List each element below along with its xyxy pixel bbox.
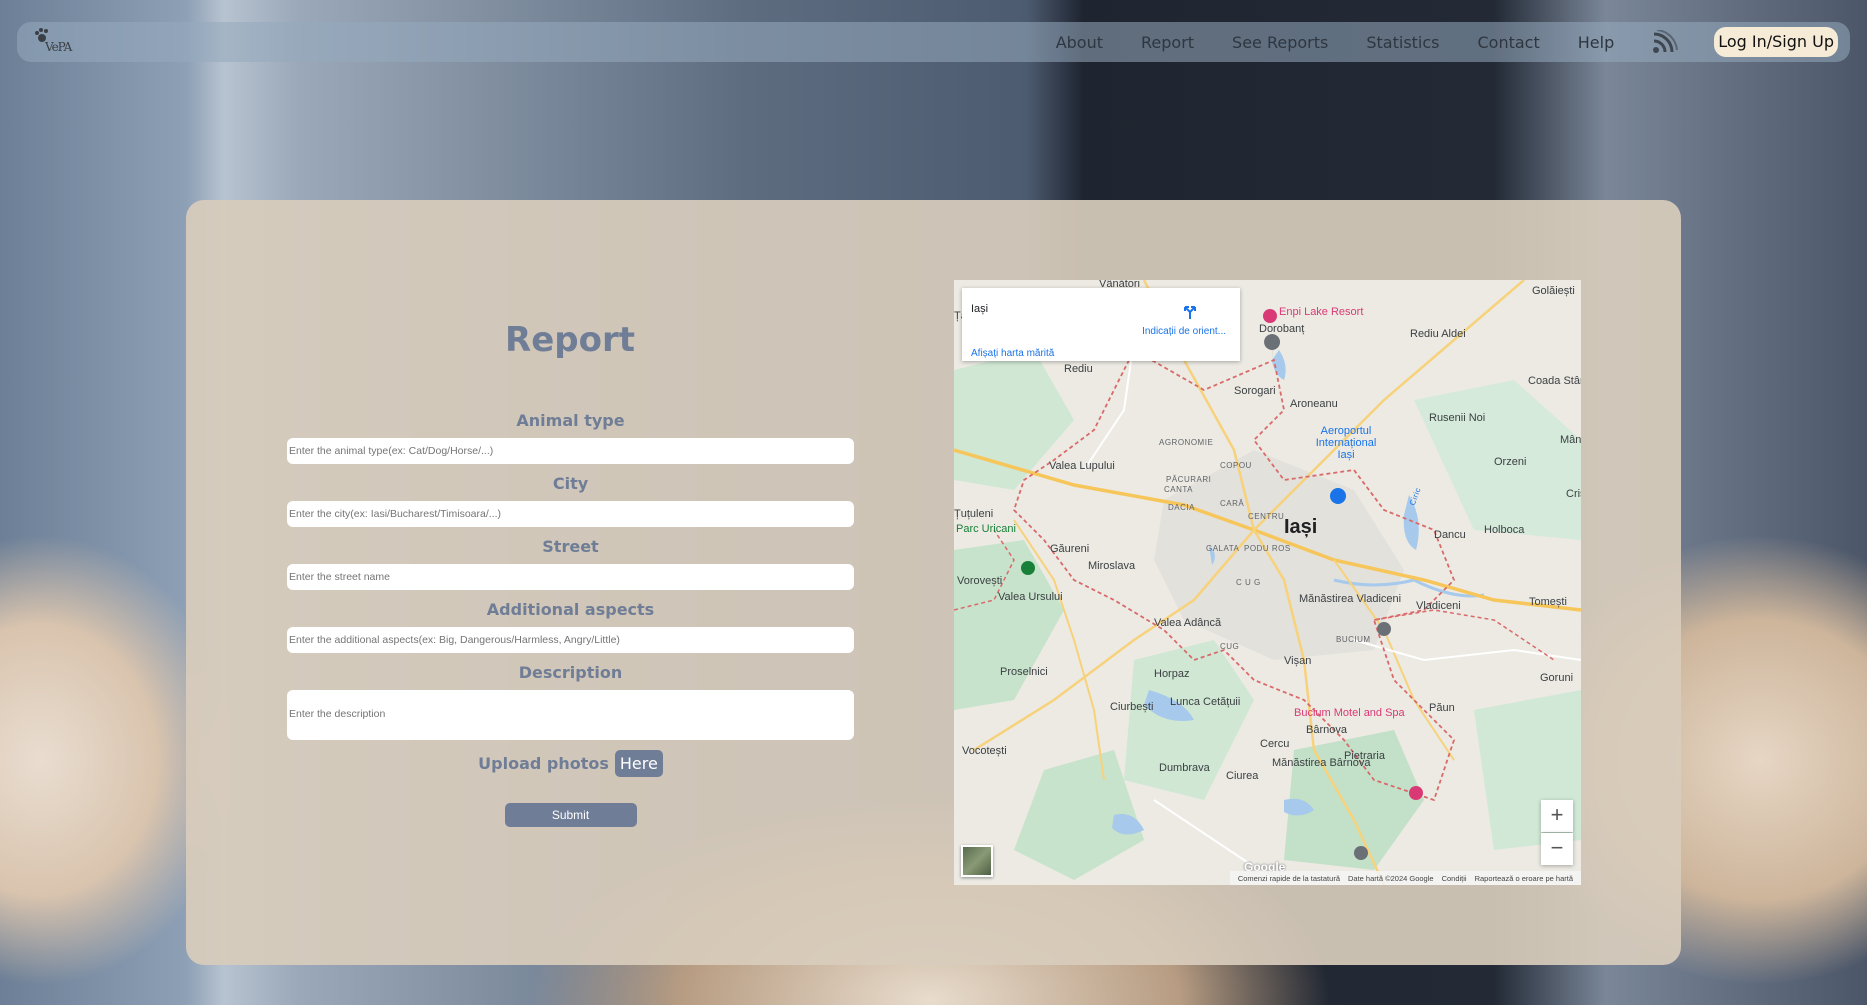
additional-aspects-label: Additional aspects: [486, 600, 655, 619]
map-label: Sorogari: [1234, 385, 1276, 397]
map-label: Mânz: [1560, 434, 1581, 446]
map-district-label: COPOU: [1220, 461, 1252, 470]
map-label: Golăiești: [1532, 285, 1575, 297]
map-label: Vorovești: [957, 575, 1003, 587]
map-label: Aroneanu: [1290, 398, 1338, 410]
upload-row: Upload photos Here: [287, 750, 854, 777]
map-label: Păun: [1429, 702, 1455, 714]
street-label: Street: [542, 537, 599, 556]
nav-help[interactable]: Help: [1578, 33, 1614, 52]
map-label: Valea Lupului: [1049, 460, 1115, 472]
map-district-label: PODU ROS: [1244, 544, 1291, 553]
map-label: Coada Stânc: [1528, 375, 1581, 387]
street-input[interactable]: [287, 564, 854, 590]
directions-icon[interactable]: [1182, 304, 1198, 325]
map-label: Dancu: [1434, 529, 1466, 541]
nav-statistics[interactable]: Statistics: [1366, 33, 1439, 52]
map-city-label: Iași: [1284, 516, 1318, 538]
map-label: Orzeni: [1494, 456, 1527, 468]
description-input[interactable]: [287, 690, 854, 740]
map-district-label: AGRONOMIE: [1159, 438, 1214, 447]
directions-link[interactable]: Indicații de orient...: [1142, 326, 1226, 337]
login-signup-button[interactable]: Log In/Sign Up: [1714, 27, 1838, 57]
map-label: Holboca: [1484, 524, 1525, 536]
additional-aspects-input[interactable]: [287, 627, 854, 653]
report-card: Report Animal type City Street Additiona…: [186, 200, 1681, 965]
map-poi-label: Enpi Lake Resort: [1279, 306, 1364, 318]
map-label: Vladiceni: [1416, 600, 1461, 612]
view-larger-map-link[interactable]: Afișați harta mărită: [971, 348, 1054, 359]
map-label: Valea Adâncă: [1154, 617, 1222, 629]
zoom-in-button[interactable]: +: [1541, 800, 1573, 832]
map-label: Mănăstirea Vladiceni: [1299, 593, 1402, 605]
rss-icon[interactable]: [1652, 30, 1679, 54]
top-navbar: VePA About Report See Reports Statistics…: [17, 22, 1850, 62]
map-label: Rediu: [1064, 363, 1093, 375]
nav-contact[interactable]: Contact: [1478, 33, 1540, 52]
map-label: Țuțuleni: [954, 508, 994, 520]
map-data-text: Date hartă ©2024 Google: [1347, 873, 1434, 883]
map-info-box: Iași Indicații de orient... Afișați hart…: [962, 288, 1240, 361]
map-label: Vișan: [1284, 655, 1312, 667]
page-title: Report: [505, 320, 635, 360]
map-label: Găureni: [1050, 543, 1090, 555]
satellite-toggle[interactable]: [961, 845, 993, 877]
animal-type-label: Animal type: [516, 411, 625, 430]
map-label: Vocotești: [962, 745, 1007, 757]
keyboard-shortcuts-link[interactable]: Comenzi rapide de la tastatură: [1238, 874, 1340, 883]
map-district-label: CANTA: [1164, 485, 1194, 494]
map-canvas[interactable]: [954, 280, 1581, 885]
map-label: Ciurbești: [1110, 701, 1154, 713]
map-label: Dumbrava: [1159, 762, 1210, 774]
map-label: Rusenii Noi: [1429, 412, 1486, 424]
upload-photos-label: Upload photos: [478, 754, 609, 773]
map-label: Rediu Aldei: [1410, 328, 1466, 340]
animal-type-input[interactable]: [287, 438, 854, 464]
submit-button[interactable]: Submit: [504, 803, 637, 827]
map-label: Proselnici: [1000, 666, 1048, 678]
nav-about[interactable]: About: [1056, 33, 1103, 52]
map-district-label: GALATA: [1206, 544, 1240, 553]
city-label: City: [552, 474, 589, 493]
report-form: Animal type City Street Additional aspec…: [287, 410, 854, 827]
map-district-label: CARĂ: [1220, 499, 1245, 508]
map-label: Bârnova: [1306, 724, 1347, 736]
map-district-label: PĂCURARI: [1166, 475, 1212, 484]
map-info-title: Iași: [971, 303, 989, 315]
map-label: Tomești: [1529, 596, 1567, 608]
nav-see-reports[interactable]: See Reports: [1232, 33, 1328, 52]
map-label: Horpaz: [1154, 668, 1190, 680]
nav-report[interactable]: Report: [1141, 33, 1194, 52]
city-input[interactable]: [287, 501, 854, 527]
map-label: Goruni: [1540, 672, 1574, 684]
map-label: Cris: [1566, 488, 1581, 500]
google-map[interactable]: Vânători Enpi Lake Resort Golăiești Doro…: [954, 280, 1581, 885]
map-district-label: DACIA: [1168, 503, 1195, 512]
site-logo[interactable]: VePA: [31, 26, 77, 58]
map-label: Lunca Cetățuii: [1170, 696, 1241, 708]
map-label: Cercu: [1260, 738, 1290, 750]
map-label: Mănăstirea Bârnova: [1272, 757, 1371, 769]
map-label: Ciurea: [1226, 770, 1259, 782]
upload-photos-button[interactable]: Here: [614, 750, 663, 777]
nav-links: About Report See Reports Statistics Cont…: [1056, 22, 1838, 62]
logo-text: VePA: [45, 40, 72, 54]
map-district-label: CENTRU: [1248, 512, 1285, 521]
map-poi-label: Parc Uricani: [956, 523, 1016, 535]
map-district-label: BUCIUM: [1336, 635, 1371, 644]
map-label: Dorobanț: [1259, 323, 1305, 335]
map-district-label: CUG: [1220, 642, 1240, 651]
description-label: Description: [518, 663, 623, 682]
terms-link[interactable]: Condiții: [1442, 874, 1467, 883]
map-district-label: C U G: [1236, 578, 1261, 587]
map-attribution: Comenzi rapide de la tastatură Date hart…: [1229, 871, 1581, 885]
map-poi-label: Aeroportul Internațional Iași: [1315, 425, 1377, 461]
map-label: Valea Ursului: [998, 591, 1063, 603]
map-label: Miroslava: [1088, 560, 1136, 572]
zoom-out-button[interactable]: −: [1541, 833, 1573, 865]
map-poi-label: Bucium Motel and Spa: [1294, 707, 1405, 719]
report-error-link[interactable]: Raportează o eroare pe hartă: [1475, 874, 1573, 883]
